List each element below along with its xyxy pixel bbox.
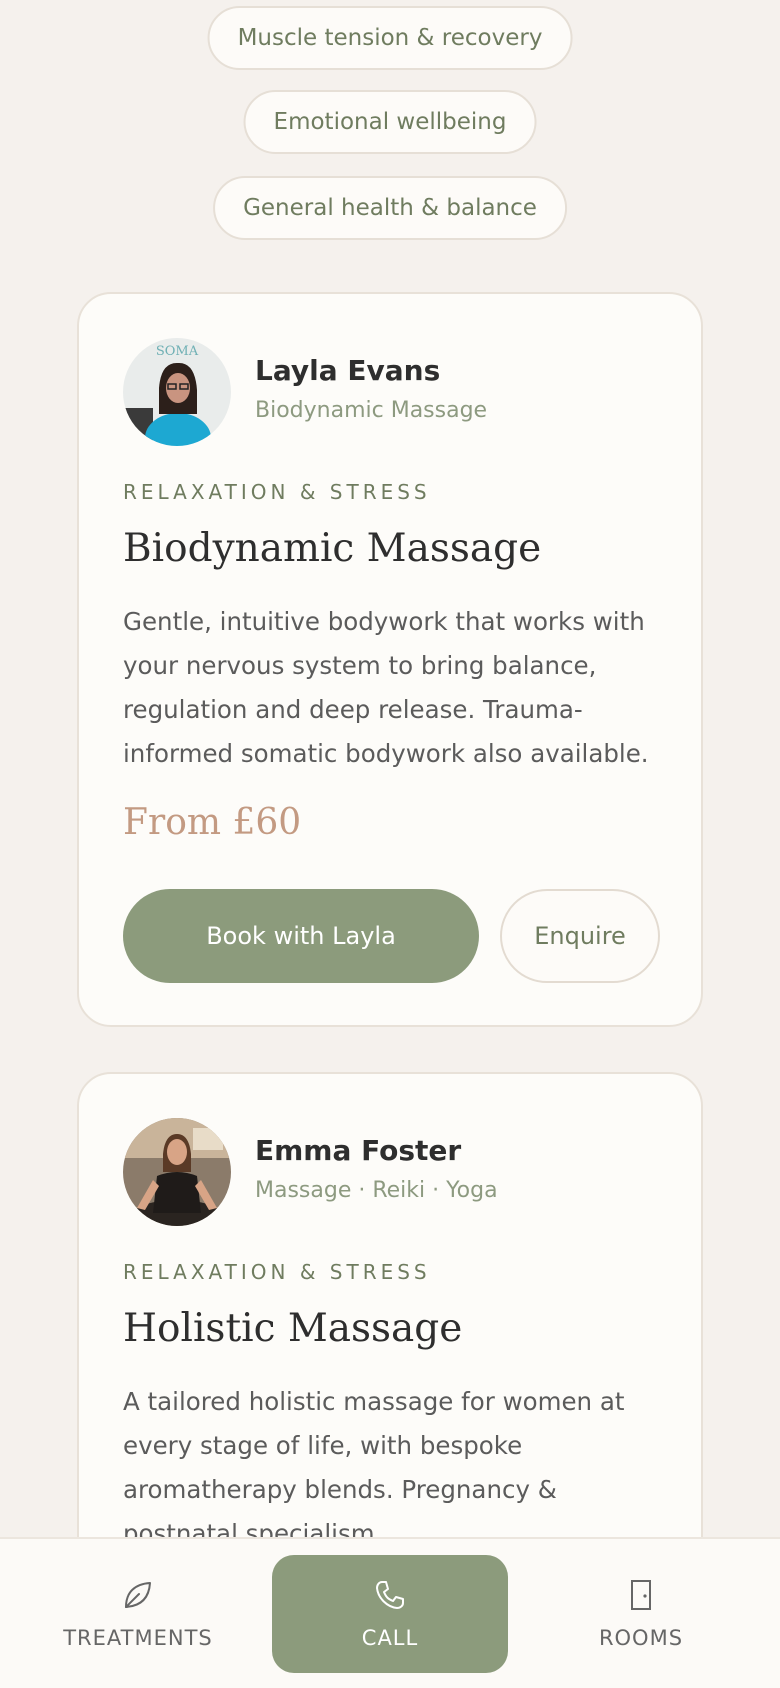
page: Muscle tension & recovery Emotional well…: [0, 0, 780, 1688]
book-button[interactable]: Book with Layla: [123, 889, 479, 983]
bottom-nav: TREATMENTS CALL ROOMS: [0, 1537, 780, 1688]
practitioner-name: Layla Evans: [255, 354, 441, 387]
leaf-icon: [125, 1582, 151, 1608]
practitioner-photo: [123, 1118, 231, 1226]
nav-treatments[interactable]: TREATMENTS: [40, 1555, 236, 1673]
practitioner-name: Emma Foster: [255, 1134, 462, 1167]
treatment-description: Gentle, intuitive bodywork that works wi…: [123, 607, 649, 768]
treatment-price: From £60: [123, 802, 302, 843]
treatment-card: SOMA Layla Evans Biodynamic Massage RELA…: [77, 292, 703, 1027]
filter-general-health[interactable]: General health & balance: [213, 176, 567, 240]
avatar: [123, 1118, 231, 1226]
enquire-button[interactable]: Enquire: [500, 889, 660, 983]
practitioner-role: Massage · Reiki · Yoga: [255, 1178, 498, 1203]
nav-rooms[interactable]: ROOMS: [543, 1555, 739, 1673]
avatar-sign-text: SOMA: [156, 344, 199, 359]
treatment-title: Holistic Massage: [123, 1306, 463, 1351]
treatment-description: A tailored holistic massage for women at…: [123, 1387, 625, 1548]
treatment-title: Biodynamic Massage: [123, 526, 542, 571]
avatar: SOMA: [123, 338, 231, 446]
nav-rooms-label: ROOMS: [598, 1626, 684, 1650]
filter-muscle-tension[interactable]: Muscle tension & recovery: [207, 6, 573, 70]
nav-treatments-label: TREATMENTS: [63, 1626, 213, 1650]
practitioner-role: Biodynamic Massage: [255, 398, 488, 423]
nav-call-label: CALL: [361, 1626, 419, 1650]
nav-call[interactable]: CALL: [272, 1555, 508, 1673]
practitioner-photo: SOMA: [123, 338, 231, 446]
treatment-category: RELAXATION & STRESS: [123, 480, 431, 504]
filter-emotional-wellbeing[interactable]: Emotional wellbeing: [243, 90, 537, 154]
door-icon: [631, 1580, 651, 1610]
phone-icon: [376, 1581, 404, 1609]
treatment-category: RELAXATION & STRESS: [123, 1260, 431, 1284]
